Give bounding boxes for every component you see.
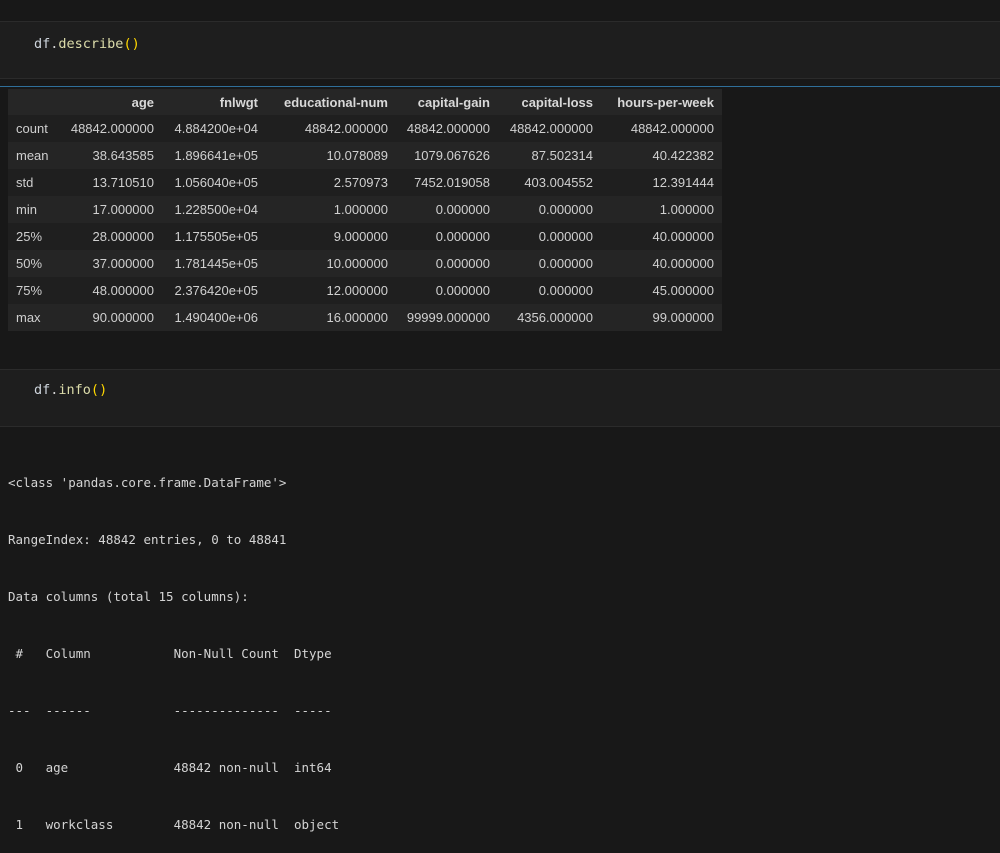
- output-line: 1 workclass 48842 non-null object: [8, 817, 340, 832]
- table-cell: 48842.000000: [70, 121, 154, 136]
- output-line: --- ------ -------------- -----: [8, 703, 340, 718]
- table-cell: 0.000000: [538, 202, 593, 217]
- table-cell: 1079.067626: [414, 148, 490, 163]
- table-cell: 1.228500e+04: [174, 202, 258, 217]
- code-cell-describe[interactable]: df.describe(): [0, 21, 1000, 79]
- table-cell: 0.000000: [435, 229, 490, 244]
- table-cell: 1.000000: [333, 202, 388, 217]
- table-cell: 48842.000000: [509, 121, 593, 136]
- table-cell: 9.000000: [333, 229, 388, 244]
- table-cell: 12.391444: [652, 175, 714, 190]
- column-header-fnlwgt: fnlwgt: [162, 89, 266, 115]
- table-cell: 10.000000: [326, 256, 388, 271]
- output-divider: [0, 86, 1000, 87]
- output-line: Data columns (total 15 columns):: [8, 589, 249, 604]
- row-label: min: [16, 202, 37, 217]
- code-token-paren-open: (: [123, 36, 132, 52]
- table-cell: 13.710510: [92, 175, 154, 190]
- row-label: 75%: [16, 283, 43, 298]
- table-cell: 48.000000: [92, 283, 154, 298]
- output-line: # Column Non-Null Count Dtype: [8, 646, 340, 661]
- output-line: RangeIndex: 48842 entries, 0 to 48841: [8, 532, 287, 547]
- table-cell: 45.000000: [652, 283, 714, 298]
- code-token-function: describe: [58, 36, 124, 52]
- table-cell: 1.896641e+05: [174, 148, 258, 163]
- row-label: count: [16, 121, 48, 136]
- table-cell: 48842.000000: [406, 121, 490, 136]
- table-row: mean 38.643585 1.896641e+05 10.078089 10…: [8, 142, 722, 169]
- table-cell: 0.000000: [538, 256, 593, 271]
- column-header-capital-loss: capital-loss: [498, 89, 601, 115]
- info-output: <class 'pandas.core.frame.DataFrame'> Ra…: [8, 435, 339, 853]
- table-cell: 0.000000: [538, 229, 593, 244]
- table-cell: 7452.019058: [414, 175, 490, 190]
- table-cell: 10.078089: [326, 148, 388, 163]
- describe-table: age fnlwgt educational-num capital-gain …: [8, 89, 722, 331]
- table-row: min 17.000000 1.228500e+04 1.000000 0.00…: [8, 196, 722, 223]
- code-token-function: info: [58, 382, 91, 398]
- code-token-paren-close: ): [131, 36, 140, 52]
- describe-output: age fnlwgt educational-num capital-gain …: [8, 89, 722, 331]
- code-token-variable: df: [34, 382, 51, 398]
- table-cell: 48842.000000: [304, 121, 388, 136]
- table-row: 25% 28.000000 1.175505e+05 9.000000 0.00…: [8, 223, 722, 250]
- row-label: std: [16, 175, 34, 190]
- table-cell: 17.000000: [92, 202, 154, 217]
- table-cell: 99999.000000: [406, 310, 490, 325]
- row-label: max: [16, 310, 41, 325]
- table-cell: 403.004552: [524, 175, 593, 190]
- table-cell: 28.000000: [92, 229, 154, 244]
- table-row: count 48842.000000 4.884200e+04 48842.00…: [8, 115, 722, 142]
- table-cell: 0.000000: [435, 283, 490, 298]
- output-line: <class 'pandas.core.frame.DataFrame'>: [8, 475, 287, 490]
- column-header-capital-gain: capital-gain: [396, 89, 498, 115]
- table-cell: 1.175505e+05: [174, 229, 258, 244]
- table-cell: 0.000000: [435, 202, 490, 217]
- table-cell: 90.000000: [92, 310, 154, 325]
- table-header-row: age fnlwgt educational-num capital-gain …: [8, 89, 722, 115]
- row-label: 50%: [16, 256, 43, 271]
- table-cell: 48842.000000: [630, 121, 714, 136]
- table-cell: 4356.000000: [517, 310, 593, 325]
- row-label: mean: [16, 148, 49, 163]
- column-header-age: age: [58, 89, 162, 115]
- table-cell: 40.000000: [652, 229, 714, 244]
- table-cell: 2.570973: [333, 175, 388, 190]
- table-cell: 12.000000: [326, 283, 388, 298]
- table-cell: 0.000000: [435, 256, 490, 271]
- table-cell: 38.643585: [92, 148, 154, 163]
- output-line: 0 age 48842 non-null int64: [8, 760, 340, 775]
- table-cell: 2.376420e+05: [174, 283, 258, 298]
- table-cell: 1.056040e+05: [174, 175, 258, 190]
- column-header-educational-num: educational-num: [266, 89, 396, 115]
- table-cell: 4.884200e+04: [174, 121, 258, 136]
- table-cell: 37.000000: [92, 256, 154, 271]
- table-cell: 1.781445e+05: [174, 256, 258, 271]
- table-cell: 1.000000: [659, 202, 714, 217]
- row-label: 25%: [16, 229, 43, 244]
- table-cell: 87.502314: [531, 148, 593, 163]
- table-cell: 0.000000: [538, 283, 593, 298]
- table-row: 50% 37.000000 1.781445e+05 10.000000 0.0…: [8, 250, 722, 277]
- table-cell: 40.000000: [652, 256, 714, 271]
- table-row: std 13.710510 1.056040e+05 2.570973 7452…: [8, 169, 722, 196]
- code-line[interactable]: df.describe(): [34, 36, 140, 52]
- table-cell: 99.000000: [652, 310, 714, 325]
- column-header-index: [8, 89, 58, 115]
- table-row: max 90.000000 1.490400e+06 16.000000 999…: [8, 304, 722, 331]
- code-cell-info[interactable]: df.info(): [0, 369, 1000, 427]
- table-cell: 1.490400e+06: [174, 310, 258, 325]
- code-token-variable: df: [34, 36, 51, 52]
- code-token-paren-open: (: [90, 382, 100, 398]
- code-line[interactable]: df.info(): [34, 382, 107, 398]
- table-cell: 16.000000: [326, 310, 388, 325]
- table-row: 75% 48.000000 2.376420e+05 12.000000 0.0…: [8, 277, 722, 304]
- column-header-hours-per-week: hours-per-week: [601, 89, 722, 115]
- table-cell: 40.422382: [652, 148, 714, 163]
- code-token-paren-close: ): [99, 382, 108, 398]
